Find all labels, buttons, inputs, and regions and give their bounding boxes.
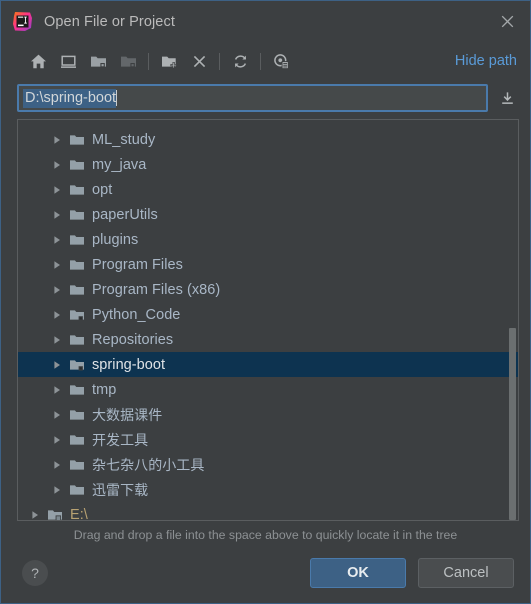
folder-icon — [66, 407, 88, 423]
close-icon[interactable] — [484, 1, 530, 42]
tree-row-label: tmp — [92, 381, 117, 398]
tree-row-label: plugins — [92, 231, 139, 248]
tree-row[interactable]: ML_study — [18, 127, 518, 152]
tree-row-label: 大数据课件 — [92, 407, 163, 424]
path-row: D:\spring-boot — [1, 80, 530, 116]
tree-row-label: Program Files — [92, 256, 183, 273]
title-bar: Open File or Project — [1, 1, 530, 42]
tree-row-label: 杂七杂八的小工具 — [92, 457, 205, 474]
tree-row-label: opt — [92, 181, 113, 198]
module-folder-icon — [113, 46, 143, 76]
expand-arrow-icon[interactable] — [48, 185, 66, 195]
dialog-button-bar: ? OK Cancel — [1, 549, 530, 603]
drive-icon — [44, 507, 66, 520]
tree-scroll-area: ML_study my_javaopt paperUtils plugins Progr… — [18, 120, 518, 520]
import-path-icon[interactable] — [494, 85, 520, 111]
help-button[interactable]: ? — [22, 560, 48, 586]
folder-icon — [66, 232, 88, 248]
expand-arrow-icon[interactable] — [48, 410, 66, 420]
hide-path-link[interactable]: Hide path — [455, 53, 520, 69]
folder-icon — [66, 132, 88, 148]
tree-row[interactable]: 迅雷下载 — [18, 477, 518, 502]
tree-row-label: Program Files (x86) — [92, 281, 221, 298]
show-hidden-files-icon[interactable] — [266, 46, 296, 76]
delete-icon[interactable] — [184, 46, 214, 76]
tree-row[interactable]: opt — [18, 177, 518, 202]
tree-row[interactable]: Repositories — [18, 327, 518, 352]
path-input-value: D:\spring-boot — [23, 88, 117, 108]
folder-icon — [66, 207, 88, 223]
expand-arrow-icon[interactable] — [48, 435, 66, 445]
tree-rows-container: ML_study my_javaopt paperUtils plugins Progr… — [18, 120, 518, 520]
folder-icon — [66, 120, 88, 123]
tree-row-label: ML_study — [92, 131, 156, 148]
folder-icon — [66, 282, 88, 298]
expand-arrow-icon[interactable] — [48, 260, 66, 270]
drag-drop-hint: Drag and drop a file into the space abov… — [73, 528, 458, 542]
directory-tree: ML_study my_javaopt paperUtils plugins Progr… — [17, 119, 519, 521]
folder-icon — [66, 457, 88, 473]
tree-row[interactable]: 杂七杂八的小工具 — [18, 452, 518, 477]
folder-icon — [66, 257, 88, 273]
tree-row-label: Repositories — [92, 331, 174, 348]
expand-arrow-icon[interactable] — [48, 385, 66, 395]
expand-arrow-icon[interactable] — [26, 510, 44, 520]
scrollbar-thumb[interactable] — [509, 328, 516, 520]
expand-arrow-icon[interactable] — [48, 135, 66, 145]
tree-row[interactable]: plugins — [18, 227, 518, 252]
toolbar-separator-2 — [219, 52, 220, 70]
folder-icon — [66, 382, 88, 398]
folder-icon — [66, 182, 88, 198]
cancel-button[interactable]: Cancel — [418, 558, 514, 588]
toolbar-separator-3 — [260, 52, 261, 70]
tree-row-label: my_java — [92, 156, 147, 173]
tree-row[interactable]: Program Files (x86) — [18, 277, 518, 302]
folder-icon — [66, 157, 88, 173]
project-folder-icon[interactable] — [83, 46, 113, 76]
folder-icon — [66, 432, 88, 448]
open-file-or-project-dialog: Open File or Project Hide path D:\spring… — [0, 0, 531, 604]
expand-arrow-icon[interactable] — [48, 310, 66, 320]
tree-row-label: Python_Code — [92, 306, 181, 323]
expand-arrow-icon[interactable] — [48, 460, 66, 470]
text-caret — [116, 90, 118, 106]
tree-row-label: E:\ — [70, 506, 88, 521]
expand-arrow-icon[interactable] — [48, 285, 66, 295]
desktop-icon[interactable] — [53, 46, 83, 76]
tree-row[interactable]: 开发工具 — [18, 427, 518, 452]
tree-row-clipped[interactable] — [18, 120, 518, 127]
folder-icon — [66, 332, 88, 348]
tree-row[interactable]: E:\ — [18, 502, 518, 520]
tree-row-label: 迅雷下载 — [92, 482, 149, 499]
expand-arrow-icon[interactable] — [48, 210, 66, 220]
home-icon[interactable] — [23, 46, 53, 76]
tree-row-selected[interactable]: spring-boot — [18, 352, 518, 377]
tree-row-label: spring-boot — [92, 356, 166, 373]
toolbar-separator-1 — [148, 52, 149, 70]
tree-row[interactable]: Program Files — [18, 252, 518, 277]
navigation-toolbar: Hide path — [1, 42, 530, 80]
expand-arrow-icon[interactable] — [48, 485, 66, 495]
expand-arrow-icon[interactable] — [48, 360, 66, 370]
expand-arrow-icon[interactable] — [48, 335, 66, 345]
project-folder-icon — [66, 307, 88, 323]
new-folder-icon[interactable] — [154, 46, 184, 76]
ok-button[interactable]: OK — [310, 558, 406, 588]
tree-row-label: paperUtils — [92, 206, 158, 223]
expand-arrow-icon[interactable] — [48, 235, 66, 245]
tree-row[interactable]: 大数据课件 — [18, 402, 518, 427]
intellij-idea-logo-icon — [12, 11, 33, 32]
expand-arrow-icon[interactable] — [48, 160, 66, 170]
tree-vertical-scrollbar[interactable] — [508, 120, 517, 520]
tree-row[interactable]: paperUtils — [18, 202, 518, 227]
path-input[interactable]: D:\spring-boot — [17, 84, 488, 112]
window-title: Open File or Project — [44, 13, 175, 30]
tree-row[interactable]: my_java — [18, 152, 518, 177]
folder-icon — [66, 482, 88, 498]
tree-row-label: 开发工具 — [92, 432, 149, 449]
tree-row[interactable]: Python_Code — [18, 302, 518, 327]
project-folder-icon — [66, 357, 88, 373]
tree-row[interactable]: tmp — [18, 377, 518, 402]
refresh-icon[interactable] — [225, 46, 255, 76]
